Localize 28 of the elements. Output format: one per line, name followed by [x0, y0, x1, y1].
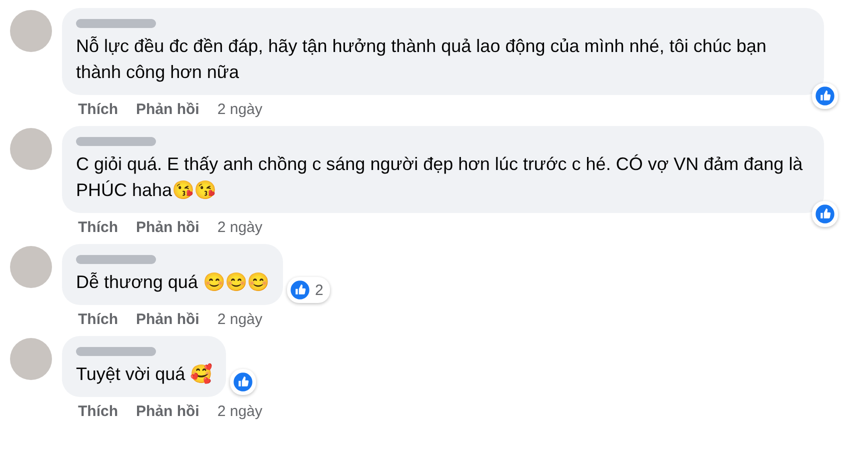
reaction-badge[interactable]: 2	[286, 277, 330, 303]
comment-time: 2 ngày	[217, 101, 262, 118]
action-link[interactable]: Phản hồi	[136, 311, 200, 328]
reaction-badge[interactable]	[812, 201, 838, 227]
reaction-badge[interactable]	[230, 369, 256, 395]
action-link[interactable]: Thích	[78, 101, 118, 118]
comment-text: Tuyệt vời quá 🥰	[76, 362, 212, 386]
action-link[interactable]: Phản hồi	[136, 101, 200, 118]
action-link[interactable]: Thích	[78, 219, 118, 236]
comment-text: Dễ thương quá 😊😊😊	[76, 271, 269, 294]
thumbs-up-icon	[814, 85, 836, 107]
avatar[interactable]	[10, 246, 52, 288]
avatar[interactable]	[10, 128, 52, 170]
comment-time: 2 ngày	[217, 311, 262, 328]
comment-time: 2 ngày	[217, 403, 262, 420]
action-link[interactable]: Thích	[78, 403, 118, 420]
comment-text: Nỗ lực đều đc đền đáp, hãy tận hưởng thành quả lao động của mình nhé, tôi chúc bạn thành công hơn nữa	[76, 35, 768, 84]
thumbs-up-icon	[814, 203, 836, 225]
comment-text: C giỏi quá. E thấy anh chồng c sáng người đẹp hơn lúc trước c hé. CÓ vợ VN đảm đang là PHÚC haha😘😘	[76, 153, 804, 202]
thumbs-up-icon	[232, 371, 254, 393]
avatar[interactable]	[10, 338, 52, 380]
avatar[interactable]	[10, 10, 52, 52]
action-link[interactable]: Thích	[78, 311, 118, 328]
comment-time: 2 ngày	[217, 219, 262, 236]
thumbs-up-icon	[288, 279, 311, 301]
action-link[interactable]: Phản hồi	[136, 219, 200, 236]
reaction-badge[interactable]	[812, 83, 838, 109]
action-link[interactable]: Phản hồi	[136, 403, 200, 420]
